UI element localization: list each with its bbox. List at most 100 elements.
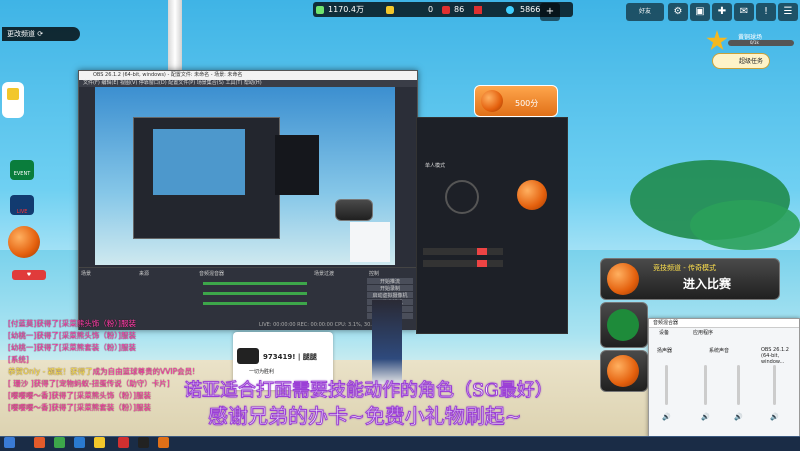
club-badge-icon[interactable] [8, 226, 40, 258]
system-volume-slider[interactable] [704, 365, 707, 405]
obs-preview [95, 87, 395, 265]
plus-button[interactable]: + [540, 3, 560, 21]
change-channel-button[interactable]: 更改频道 ⟳ [2, 27, 80, 41]
app-volume-slider[interactable] [737, 365, 740, 405]
mode-circle-1[interactable] [445, 180, 479, 214]
mixer-meter-3 [203, 302, 307, 305]
settings-button[interactable]: ⚙ [668, 3, 688, 21]
chat-line: [付蓝莫]获得了[采菜熊头饰（粉）]服装 [8, 319, 136, 328]
rank-progress [728, 40, 794, 46]
game-taskbar-icon[interactable] [158, 437, 169, 448]
volume-mixer-title: 音频混合器 [649, 319, 799, 328]
money-icon [316, 5, 324, 14]
speaker-label: 扬声器 [657, 348, 673, 354]
mode-bar-1-end [477, 248, 487, 255]
game-mode-panel[interactable]: 单人模式 [416, 117, 568, 334]
system-sounds-label: 系统声音 [709, 348, 730, 354]
match-card-title: 竞技频道 - 传奇模式 [653, 264, 716, 272]
obs-dock-scenes: 场景 [81, 271, 92, 277]
nested-sound-window [350, 222, 390, 262]
taskbar-app-3-icon[interactable] [74, 437, 85, 448]
currency-bar: 1170.4万 0 86 5866 [313, 2, 573, 17]
speaker-icon[interactable]: 🔊 [734, 413, 743, 421]
enter-match-button[interactable]: 进入比赛 [683, 275, 731, 292]
player-character [372, 300, 402, 384]
basketball-icon [481, 90, 503, 112]
side-card-icon-2 [607, 355, 639, 387]
gems-value: 5866 [520, 5, 541, 14]
system-tray[interactable] [746, 439, 792, 447]
obs-window[interactable]: OBS 26.1.2 (64-bit, windows) - 配置文件: 未命名… [78, 70, 418, 330]
mixer-meter-2 [203, 292, 307, 295]
obs-dock-transitions: 场景过渡 [314, 271, 335, 277]
subtitle-line-2: 感谢兄弟的办卡~免费小礼物刷起~ [208, 404, 523, 429]
super-task-button[interactable]: 超级任务 [712, 53, 770, 69]
chat-line-vip: 恭贺Only - 颖宸！获得了成为自由篮球尊贵的VVIP会员! [8, 367, 196, 376]
live-icon[interactable]: LIVE [10, 195, 34, 215]
speaker-icon[interactable]: 🔊 [662, 413, 671, 421]
taskbar-app-2-icon[interactable] [54, 437, 65, 448]
subtitle-line-1: 诺亚适合打面需要技能动作的角色（SG最好） [184, 380, 554, 402]
count-value: 86 [454, 5, 465, 14]
obs-menu[interactable]: 文件(F) 编辑(E) 视图(V) 停靠窗口(D) 配置文件(P) 场景集合(S… [79, 80, 417, 87]
mode-bar-2-end [477, 260, 487, 267]
chat-line: [幼桃一]获得了[采菜熊套装（粉）]服装 [8, 343, 136, 352]
hot-tag: ♥ [12, 270, 46, 280]
tips-icon[interactable]: ! [756, 3, 776, 21]
start-icon[interactable] [4, 437, 15, 448]
speaker-volume-slider[interactable] [665, 365, 668, 405]
zero-value: 0 [428, 5, 434, 14]
palm-leaves-2 [690, 200, 800, 250]
speaker-icon[interactable]: 🔊 [701, 413, 710, 421]
mode-label: 单人模式 [425, 163, 446, 169]
rank-star-icon [706, 30, 728, 51]
start-streaming-button[interactable]: 开始推流 [367, 278, 413, 285]
event-icon[interactable]: EVENT [10, 160, 34, 180]
obs-dock-sources: 来源 [139, 271, 150, 277]
taskbar-app-4-icon[interactable] [94, 437, 105, 448]
friends-button[interactable]: 好友 [626, 3, 664, 21]
chat-line: [ 珊沙 ]获得了[宠物蚂蚁-扭蛋传说（助守）卡片] [8, 379, 170, 388]
side-card-2[interactable] [600, 350, 648, 392]
obs-volume-slider[interactable] [773, 365, 776, 405]
phone-icon[interactable] [2, 82, 24, 118]
plus-icon [474, 5, 482, 14]
mode-bar-1 [423, 248, 503, 255]
speaker-icon[interactable]: 🔊 [770, 413, 779, 421]
stream-widget-icon [237, 348, 259, 364]
nested-match-card [335, 199, 373, 221]
obs-dock-mixer: 音频混音器 [199, 271, 225, 277]
volume-mixer-window[interactable]: 音频混合器 设备 应用程序 扬声器 系统声音 OBS 26.1.2 (64-bi… [648, 318, 800, 438]
obs-status: LIVE: 00:00:00 REC: 00:00:00 CPU: 3.1%, … [259, 322, 388, 328]
reward-score: 500分 [515, 99, 539, 108]
tab-device[interactable]: 设备 [659, 329, 669, 336]
rank-progress-text: 0/1k [750, 40, 759, 45]
obs-taskbar-icon[interactable] [138, 437, 149, 448]
chat-line: [嘤嘤嘤～香]获得了[采菜熊套装（粉）]服装 [8, 403, 151, 412]
start-recording-button[interactable]: 开始录制 [367, 285, 413, 292]
mail-icon[interactable]: ✉ [734, 3, 754, 21]
virtual-camera-button[interactable]: 启动虚拟摄像机 [367, 292, 413, 299]
match-card[interactable]: 竞技频道 - 传奇模式 进入比赛 [600, 258, 780, 300]
match-basketball-icon [607, 263, 639, 295]
taskbar-app-1-icon[interactable] [34, 437, 45, 448]
coin-icon [386, 5, 394, 14]
stream-user: 一切为胜利 [249, 369, 275, 375]
nested-obs-preview-inner [153, 129, 245, 195]
bag-button[interactable]: ▣ [690, 3, 710, 21]
menu-icon[interactable]: ☰ [778, 3, 798, 21]
reward-badge[interactable]: 500分 [474, 85, 558, 117]
obs-dock-controls: 控制 [369, 271, 380, 277]
side-card-icon-1 [607, 309, 639, 341]
tab-applications[interactable]: 应用程序 [693, 329, 713, 336]
mode-circle-2[interactable] [517, 180, 547, 210]
chat-line: [幼桃一]获得了[采菜熊头饰（粉）]服装 [8, 331, 136, 340]
side-card-1[interactable] [600, 302, 648, 348]
mode-bar-2 [423, 260, 503, 267]
taskbar-app-5-icon[interactable] [118, 437, 129, 448]
mixer-meter-1 [203, 282, 307, 285]
gift-button[interactable]: ✚ [712, 3, 732, 21]
chat-line: [系统] [8, 355, 29, 364]
chat-line: [嘤嘤嘤～香]获得了[采菜熊头饰（粉）]服装 [8, 391, 151, 400]
nested-dark-panel [275, 135, 319, 195]
